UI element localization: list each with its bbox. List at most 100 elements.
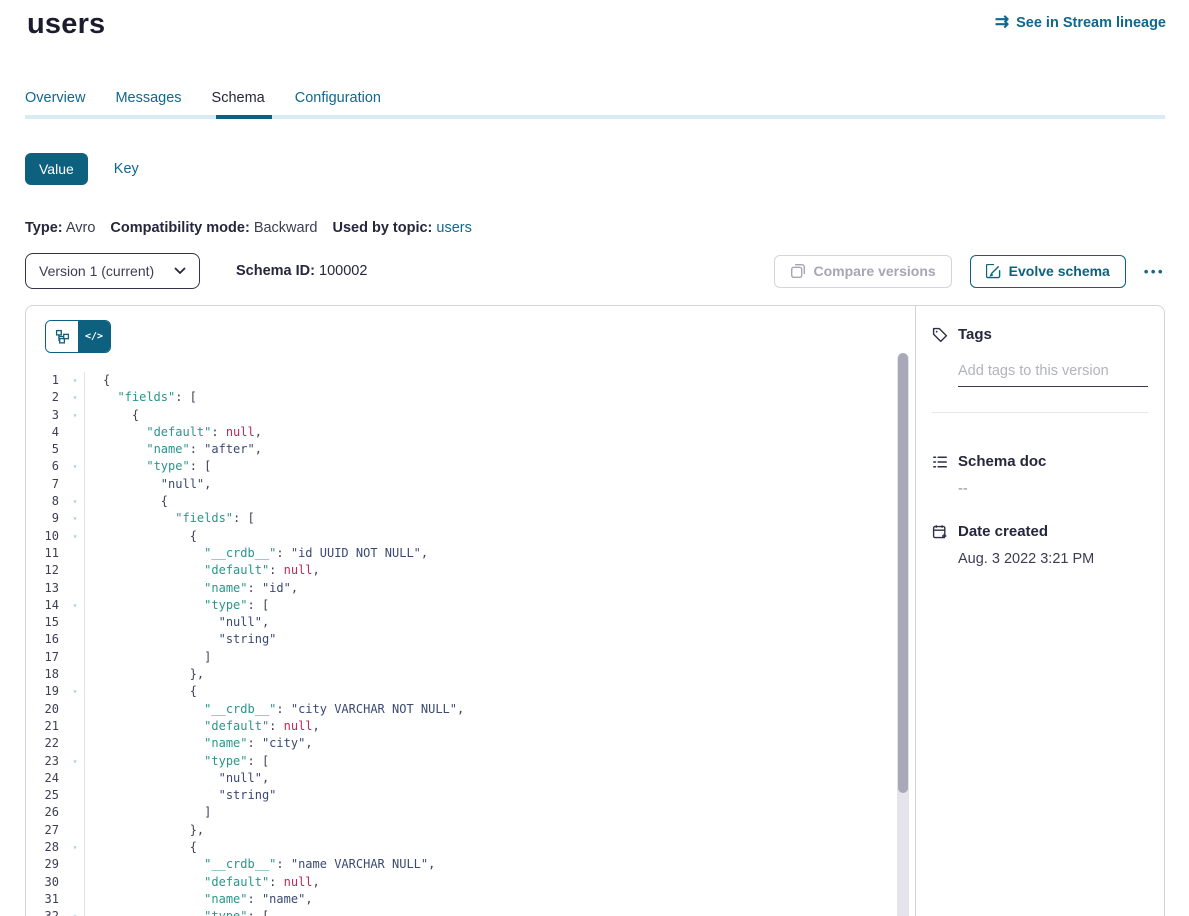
arrow-spacer bbox=[66, 476, 84, 493]
code-line: 3▾{ bbox=[26, 407, 889, 424]
meta-type-value: Avro bbox=[66, 220, 96, 236]
schema-side-panel: Tags Schema doc -- Date created Aug. 3 2… bbox=[915, 306, 1164, 916]
collapse-arrow-icon[interactable]: ▾ bbox=[66, 753, 84, 770]
code-view-button[interactable]: </> bbox=[78, 321, 110, 352]
code-line: 4"default": null, bbox=[26, 424, 889, 441]
collapse-arrow-icon[interactable]: ▾ bbox=[66, 372, 84, 389]
collapse-arrow-icon[interactable]: ▾ bbox=[66, 389, 84, 406]
meta-compatibility-value: Backward bbox=[254, 220, 318, 236]
tree-view-icon bbox=[55, 329, 70, 344]
code-text: "default": null, bbox=[84, 562, 889, 579]
code-line: 29"__crdb__": "name VARCHAR NULL", bbox=[26, 856, 889, 873]
tab-underline-track bbox=[25, 115, 1165, 119]
collapse-arrow-icon[interactable]: ▾ bbox=[66, 908, 84, 916]
collapse-arrow-icon[interactable]: ▾ bbox=[66, 839, 84, 856]
code-line: 20"__crdb__": "city VARCHAR NOT NULL", bbox=[26, 701, 889, 718]
collapse-arrow-icon[interactable]: ▾ bbox=[66, 528, 84, 545]
line-number: 12 bbox=[26, 562, 66, 579]
code-text: ] bbox=[84, 804, 889, 821]
collapse-arrow-icon[interactable]: ▾ bbox=[66, 407, 84, 424]
schema-page: users ⇉ See in Stream lineage Overview M… bbox=[0, 0, 1189, 916]
tab-overview[interactable]: Overview bbox=[25, 90, 85, 106]
compare-versions-button[interactable]: Compare versions bbox=[774, 255, 952, 288]
evolve-schema-button[interactable]: Evolve schema bbox=[970, 255, 1126, 288]
code-text: "null", bbox=[84, 614, 889, 631]
schema-id-label: Schema ID: bbox=[236, 263, 315, 279]
meta-type-label: Type: bbox=[25, 220, 63, 236]
code-line: 32▾"type": [ bbox=[26, 908, 889, 916]
line-number: 4 bbox=[26, 424, 66, 441]
code-text: "type": [ bbox=[84, 458, 889, 475]
arrow-spacer bbox=[66, 874, 84, 891]
schema-doc-section: Schema doc -- bbox=[932, 453, 1148, 497]
code-line: 9▾"fields": [ bbox=[26, 510, 889, 527]
code-text: "type": [ bbox=[84, 597, 889, 614]
line-number: 5 bbox=[26, 441, 66, 458]
tags-input[interactable] bbox=[958, 363, 1148, 387]
schema-kind-toggle: Value Key bbox=[25, 153, 139, 185]
code-text: "__crdb__": "city VARCHAR NOT NULL", bbox=[84, 701, 889, 718]
line-number: 8 bbox=[26, 493, 66, 510]
code-line: 12 "default": null, bbox=[26, 562, 889, 579]
arrow-spacer bbox=[66, 580, 84, 597]
line-number: 15 bbox=[26, 614, 66, 631]
code-text: { bbox=[84, 839, 889, 856]
code-line: 1▾{ bbox=[26, 372, 889, 389]
tags-title: Tags bbox=[958, 326, 992, 343]
meta-type: Type: Avro bbox=[25, 220, 95, 236]
collapse-arrow-icon[interactable]: ▾ bbox=[66, 458, 84, 475]
versions-icon bbox=[790, 263, 806, 279]
version-select[interactable]: Version 1 (current) bbox=[25, 253, 200, 289]
code-line: 28▾{ bbox=[26, 839, 889, 856]
tab-bar: Overview Messages Schema Configuration bbox=[25, 90, 381, 106]
code-line: 21"default": null, bbox=[26, 718, 889, 735]
arrow-spacer bbox=[66, 856, 84, 873]
line-number: 16 bbox=[26, 631, 66, 648]
more-options-button[interactable]: ••• bbox=[1144, 265, 1165, 278]
code-line: 15 "null", bbox=[26, 614, 889, 631]
code-line: 23▾"type": [ bbox=[26, 753, 889, 770]
code-line: 11"__crdb__": "id UUID NOT NULL", bbox=[26, 545, 889, 562]
code-text: "string" bbox=[84, 631, 889, 648]
schema-meta: Type: Avro Compatibility mode: Backward … bbox=[25, 220, 472, 236]
collapse-arrow-icon[interactable]: ▾ bbox=[66, 597, 84, 614]
arrow-spacer bbox=[66, 631, 84, 648]
code-text: "null", bbox=[84, 770, 889, 787]
value-toggle-button[interactable]: Value bbox=[25, 153, 88, 185]
stream-lineage-link[interactable]: ⇉ See in Stream lineage bbox=[995, 14, 1166, 31]
tab-schema[interactable]: Schema bbox=[212, 90, 265, 106]
line-number: 29 bbox=[26, 856, 66, 873]
line-number: 23 bbox=[26, 753, 66, 770]
arrow-spacer bbox=[66, 614, 84, 631]
line-number: 30 bbox=[26, 874, 66, 891]
line-number: 27 bbox=[26, 822, 66, 839]
code-line: 30"default": null, bbox=[26, 874, 889, 891]
list-icon bbox=[932, 454, 948, 470]
code-text: ] bbox=[84, 649, 889, 666]
arrow-spacer bbox=[66, 787, 84, 804]
code-line: 25"string" bbox=[26, 787, 889, 804]
collapse-arrow-icon[interactable]: ▾ bbox=[66, 510, 84, 527]
tab-configuration[interactable]: Configuration bbox=[295, 90, 381, 106]
key-toggle-button[interactable]: Key bbox=[114, 161, 139, 177]
line-number: 26 bbox=[26, 804, 66, 821]
code-text: { bbox=[84, 407, 889, 424]
code-scrollbar-thumb[interactable] bbox=[898, 353, 908, 793]
schema-card: </> 1▾{2▾"fields": [3▾{4"default": null,… bbox=[25, 305, 1165, 916]
collapse-arrow-icon[interactable]: ▾ bbox=[66, 493, 84, 510]
code-scrollbar[interactable] bbox=[897, 353, 909, 916]
code-text: { bbox=[84, 683, 889, 700]
tab-messages[interactable]: Messages bbox=[115, 90, 181, 106]
line-number: 31 bbox=[26, 891, 66, 908]
code-text: "type": [ bbox=[84, 753, 889, 770]
collapse-arrow-icon[interactable]: ▾ bbox=[66, 683, 84, 700]
line-number: 9 bbox=[26, 510, 66, 527]
line-number: 17 bbox=[26, 649, 66, 666]
version-select-value: Version 1 (current) bbox=[39, 263, 154, 279]
code-text: "type": [ bbox=[84, 908, 889, 916]
code-line: 27}, bbox=[26, 822, 889, 839]
meta-topic-label: Used by topic: bbox=[332, 220, 432, 236]
meta-topic-link[interactable]: users bbox=[436, 220, 471, 236]
tree-view-button[interactable] bbox=[46, 321, 78, 352]
active-tab-indicator bbox=[216, 115, 272, 119]
